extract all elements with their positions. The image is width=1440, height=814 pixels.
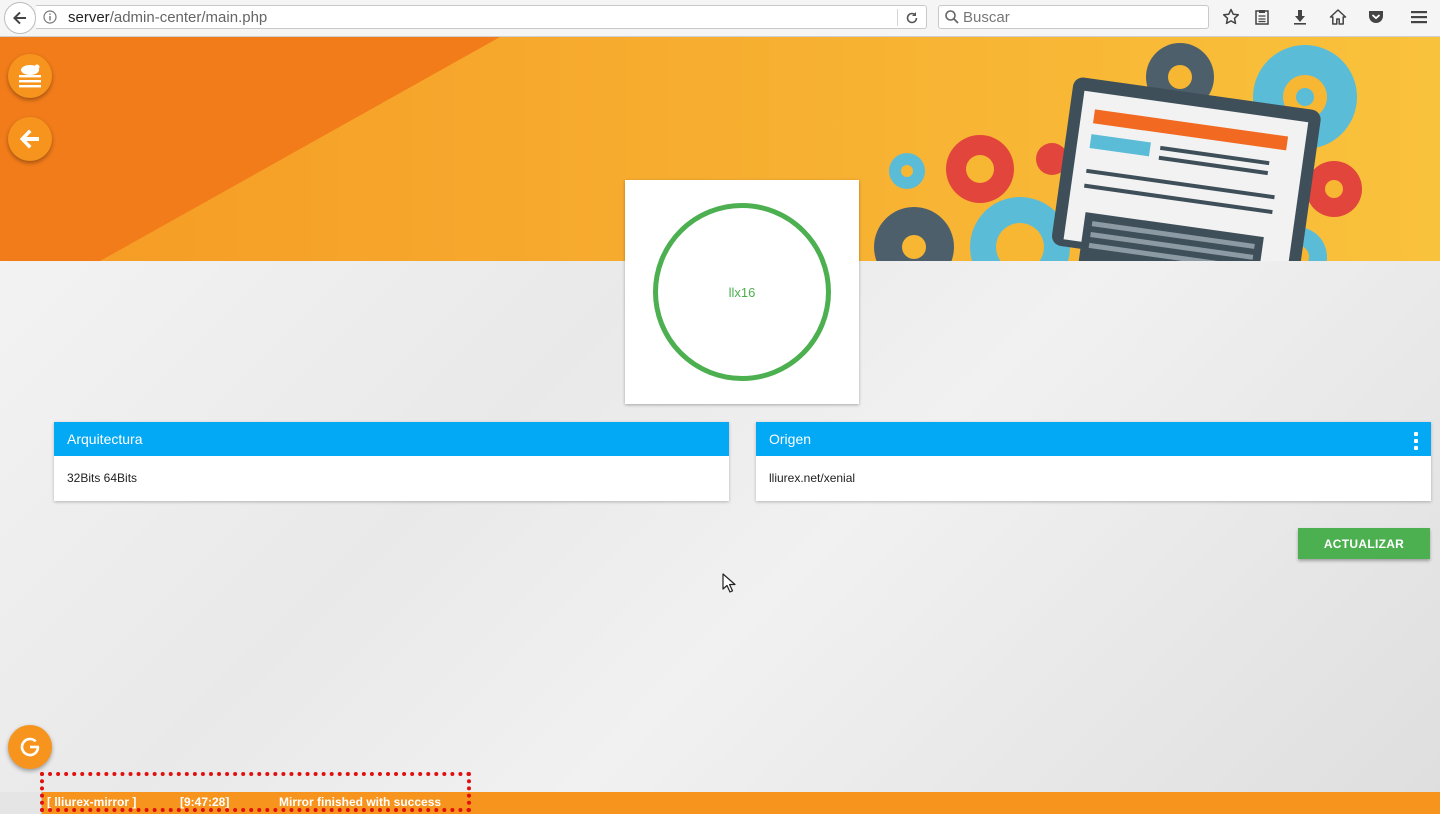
search-input[interactable]	[963, 6, 1203, 28]
architecture-card: Arquitectura 32Bits 64Bits	[54, 422, 729, 501]
architecture-card-header: Arquitectura	[54, 422, 729, 456]
arrow-left-icon	[13, 11, 26, 25]
status-bar-left-panel	[0, 792, 42, 814]
url-host: server	[68, 9, 110, 26]
url-text[interactable]: server/admin-center/main.php	[68, 9, 267, 26]
gear-icon	[1306, 161, 1362, 217]
url-path: /admin-center/main.php	[109, 9, 268, 26]
status-message: Mirror finished with success	[279, 795, 442, 809]
origin-value: lliurex.net/xenial	[769, 471, 856, 485]
status-source: [ lliurex-mirror ]	[47, 795, 137, 809]
arrow-left-icon	[19, 129, 39, 149]
refresh-button[interactable]	[8, 725, 52, 769]
architecture-value: 32Bits 64Bits	[67, 471, 138, 485]
home-button[interactable]	[1324, 4, 1352, 30]
browser-back-button[interactable]	[4, 2, 36, 34]
origin-card: Origen lliurex.net/xenial	[756, 422, 1431, 501]
star-icon	[1222, 8, 1240, 25]
status-ring: llx16	[653, 203, 831, 381]
gear-icon	[946, 135, 1014, 203]
architecture-title: Arquitectura	[67, 431, 143, 447]
bookmark-star-button[interactable]	[1217, 4, 1245, 30]
home-icon	[1329, 9, 1347, 25]
origin-title: Origen	[769, 431, 812, 447]
app-menu-button[interactable]	[8, 54, 52, 98]
pocket-button[interactable]	[1362, 4, 1390, 30]
server-status-card: llx16	[625, 180, 859, 404]
downloads-button[interactable]	[1286, 4, 1314, 30]
mouse-cursor-icon	[722, 573, 736, 593]
kebab-menu-icon[interactable]	[1413, 432, 1419, 450]
menu-button[interactable]	[1405, 4, 1433, 30]
status-bar: [ lliurex-mirror ] [9:47:28] Mirror fini…	[0, 792, 1440, 814]
search-icon	[945, 10, 959, 24]
status-time: [9:47:28]	[180, 795, 230, 809]
origin-card-header: Origen	[756, 422, 1431, 456]
refresh-icon	[20, 737, 40, 757]
pocket-icon	[1369, 11, 1383, 23]
clipboard-icon	[1255, 10, 1269, 25]
url-separator	[897, 9, 898, 26]
update-button[interactable]: ACTUALIZAR	[1298, 528, 1430, 559]
browser-toolbar: server/admin-center/main.php	[0, 0, 1440, 37]
download-icon	[1294, 10, 1306, 25]
back-button[interactable]	[8, 117, 52, 161]
server-name: llx16	[728, 284, 756, 300]
gear-icon	[889, 153, 925, 189]
reload-icon[interactable]	[903, 9, 921, 27]
hamburger-icon	[1411, 11, 1427, 24]
menu-mascot-icon	[19, 64, 41, 88]
page-content: llx16 Arquitectura 32Bits 64Bits Origen …	[0, 37, 1440, 814]
reading-list-button[interactable]	[1248, 4, 1276, 30]
search-bar[interactable]	[938, 5, 1209, 29]
url-bar[interactable]: server/admin-center/main.php	[36, 5, 927, 29]
info-icon[interactable]	[42, 9, 58, 25]
